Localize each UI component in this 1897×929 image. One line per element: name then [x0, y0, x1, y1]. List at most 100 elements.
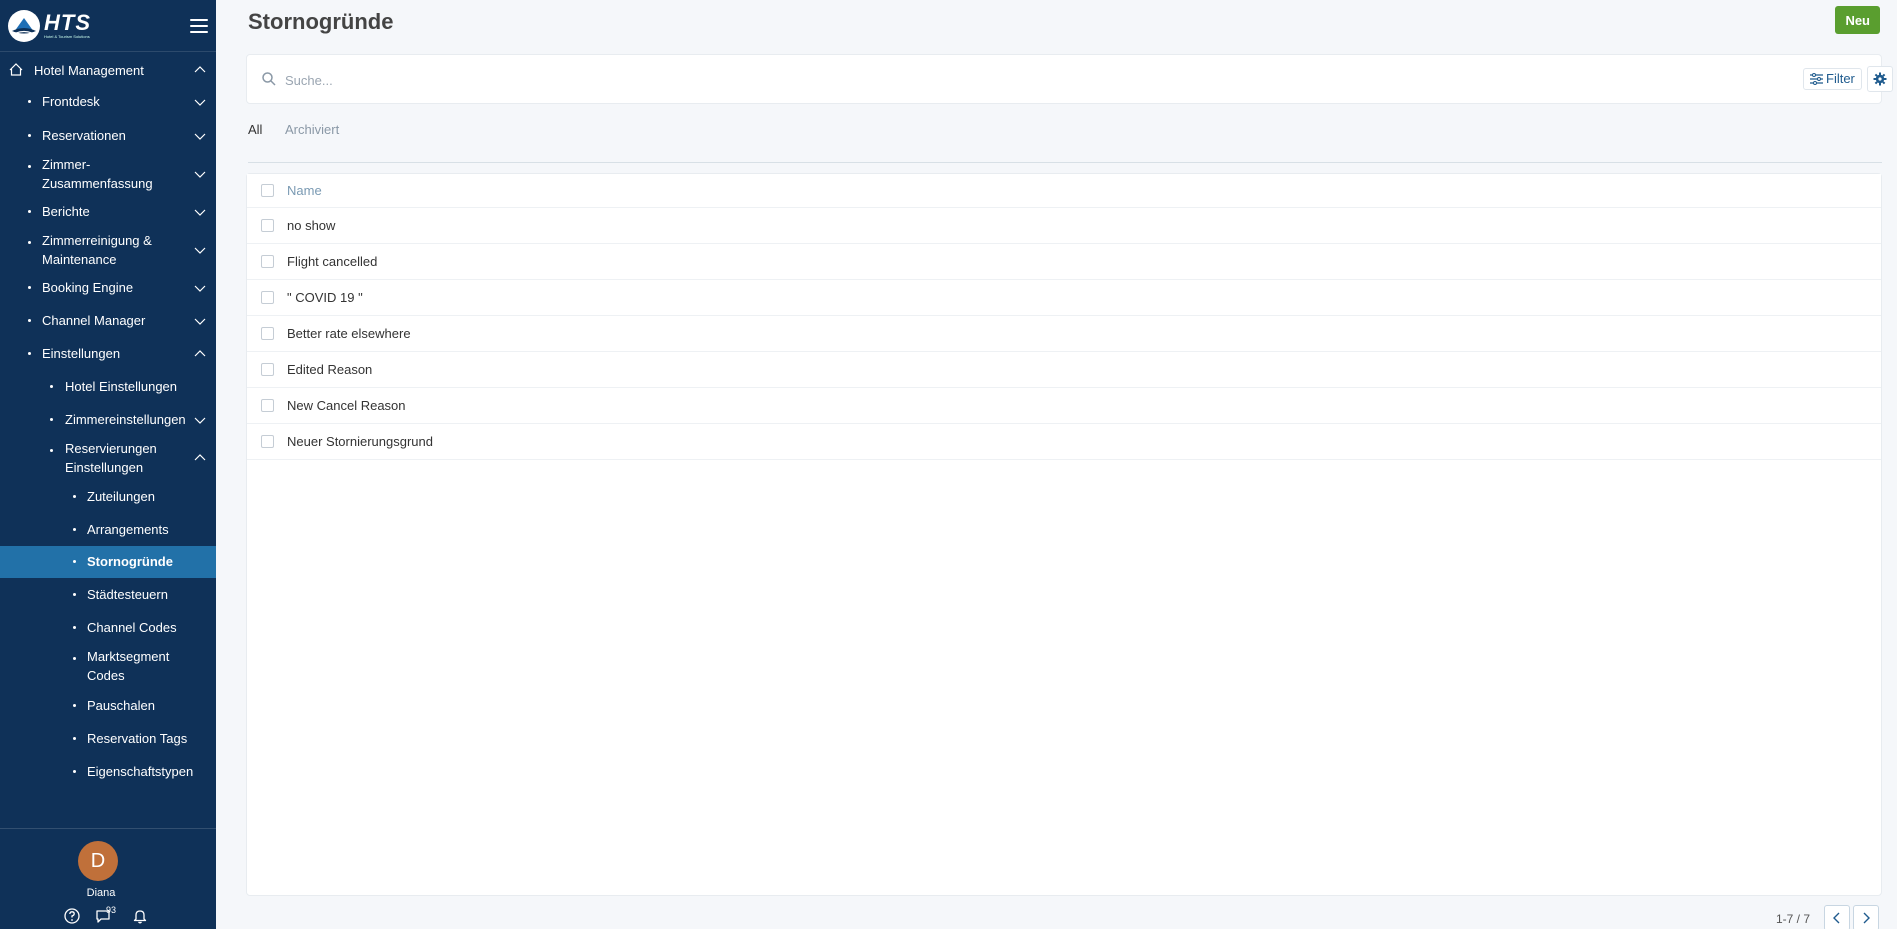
tab-archiviert[interactable]: Archiviert	[285, 122, 339, 137]
sidebar-item-booking-engine[interactable]: Booking Engine	[0, 272, 216, 304]
search-input[interactable]	[285, 69, 1485, 91]
sidebar-item-reservation-tags[interactable]: Reservation Tags	[0, 722, 216, 756]
sidebar-item-stornogruende[interactable]: Stornogründe	[0, 546, 216, 578]
bullet-icon	[73, 495, 76, 498]
row-checkbox[interactable]	[261, 399, 274, 412]
row-name: " COVID 19 "	[287, 290, 363, 305]
sidebar-item-reservationen[interactable]: Reservationen	[0, 120, 216, 152]
avatar[interactable]: D	[78, 841, 118, 881]
sidebar-item-zimmerreinigung[interactable]: Zimmerreinigung & Maintenance	[0, 228, 216, 272]
row-name: New Cancel Reason	[287, 398, 406, 413]
row-name: no show	[287, 218, 336, 233]
row-checkbox[interactable]	[261, 219, 274, 232]
bullet-icon	[28, 165, 31, 168]
menu-toggle-icon[interactable]	[190, 18, 208, 33]
bullet-icon	[50, 418, 53, 421]
sidebar-item-label: Channel Manager	[42, 313, 146, 328]
filter-label: Filter	[1826, 71, 1855, 86]
row-name: Edited Reason	[287, 362, 373, 377]
sidebar-item-label: Eigenschaftstypen	[87, 764, 194, 779]
bullet-icon	[73, 737, 76, 740]
sidebar-item-hotel-einstellungen[interactable]: Hotel Einstellungen	[0, 370, 216, 404]
select-all-checkbox[interactable]	[261, 184, 274, 197]
sidebar-item-label: Zimmerreinigung & Maintenance	[42, 233, 152, 267]
sidebar-item-zimmer-zusammenfassung[interactable]: Zimmer- Zusammenfassung	[0, 152, 216, 196]
row-name: Flight cancelled	[287, 254, 378, 269]
table-row[interactable]: New Cancel Reason	[247, 388, 1881, 424]
sidebar-item-label: Städtesteuern	[87, 587, 168, 602]
main-content: Stornogründe Neu Filter All Archiviert N…	[216, 0, 1897, 929]
table-row[interactable]: no show	[247, 208, 1881, 244]
bell-icon[interactable]	[131, 907, 149, 925]
bullet-icon	[28, 100, 31, 103]
sidebar-item-pauschalen[interactable]: Pauschalen	[0, 690, 216, 722]
sidebar: HTS Hotel & Tourism Solutions Hotel Mana…	[0, 0, 216, 929]
table-row[interactable]: Neuer Stornierungsgrund	[247, 424, 1881, 460]
row-checkbox[interactable]	[261, 255, 274, 268]
bullet-icon	[73, 626, 76, 629]
search-bar: Filter	[246, 54, 1893, 104]
settings-button[interactable]	[1867, 66, 1893, 92]
sidebar-item-hotel-management[interactable]: Hotel Management	[0, 56, 216, 84]
chevron-down-icon	[194, 285, 206, 292]
chevron-down-icon	[194, 417, 206, 424]
row-checkbox[interactable]	[261, 435, 274, 448]
sidebar-item-arrangements[interactable]: Arrangements	[0, 514, 216, 546]
sidebar-item-frontdesk[interactable]: Frontdesk	[0, 84, 216, 120]
sliders-icon	[1810, 73, 1823, 85]
sidebar-item-label: Stornogründe	[87, 554, 173, 569]
row-checkbox[interactable]	[261, 291, 274, 304]
sidebar-item-staedtesteuern[interactable]: Städtesteuern	[0, 578, 216, 612]
bullet-icon	[50, 385, 53, 388]
sidebar-header: HTS Hotel & Tourism Solutions	[0, 0, 216, 52]
sidebar-item-berichte[interactable]: Berichte	[0, 196, 216, 228]
sidebar-item-label: Channel Codes	[87, 620, 177, 635]
sidebar-item-label: Einstellungen	[42, 346, 121, 361]
sidebar-item-channel-codes[interactable]: Channel Codes	[0, 612, 216, 644]
sidebar-item-label: Berichte	[42, 204, 90, 219]
bullet-icon	[73, 657, 76, 660]
sidebar-item-marktsegment-codes[interactable]: Marktsegment Codes	[0, 644, 216, 690]
sidebar-item-label: Reservierungen Einstellungen	[65, 441, 157, 475]
pagination-info: 1-7 / 7	[1776, 912, 1811, 926]
tab-all[interactable]: All	[248, 122, 262, 137]
sidebar-item-einstellungen[interactable]: Einstellungen	[0, 338, 216, 370]
table-row[interactable]: Better rate elsewhere	[247, 316, 1881, 352]
sidebar-item-zimmereinstellungen[interactable]: Zimmereinstellungen	[0, 404, 216, 436]
table-row[interactable]: " COVID 19 "	[247, 280, 1881, 316]
chevron-down-icon	[194, 171, 206, 178]
chevron-down-icon	[194, 318, 206, 325]
sidebar-item-label: Reservation Tags	[87, 731, 188, 746]
column-header-name[interactable]: Name	[287, 183, 322, 198]
sidebar-item-label: Zimmereinstellungen	[65, 412, 186, 427]
filter-button[interactable]: Filter	[1803, 68, 1862, 90]
data-table: Name no show Flight cancelled " COVID 19…	[246, 173, 1882, 896]
sidebar-item-eigenschaftstypen[interactable]: Eigenschaftstypen	[0, 756, 216, 788]
user-name: Diana	[86, 887, 116, 899]
sidebar-item-label: Frontdesk	[42, 94, 100, 109]
chevron-down-icon	[194, 209, 206, 216]
table-row[interactable]: Edited Reason	[247, 352, 1881, 388]
bullet-icon	[28, 319, 31, 322]
sidebar-item-label: Marktsegment Codes	[87, 649, 170, 683]
brand-logo[interactable]: HTS Hotel & Tourism Solutions	[8, 9, 91, 42]
previous-page-button[interactable]	[1824, 905, 1850, 929]
chevron-down-icon	[194, 99, 206, 106]
search-icon	[262, 72, 276, 86]
next-page-button[interactable]	[1853, 905, 1879, 929]
sidebar-item-reservierungen-einstellungen[interactable]: Reservierungen Einstellungen	[0, 436, 216, 480]
sidebar-item-zuteilungen[interactable]: Zuteilungen	[0, 480, 216, 514]
sidebar-item-label: Hotel Management	[34, 63, 144, 78]
bullet-icon	[28, 241, 31, 244]
help-icon[interactable]	[63, 907, 81, 925]
new-button[interactable]: Neu	[1835, 6, 1880, 34]
table-row[interactable]: Flight cancelled	[247, 244, 1881, 280]
sidebar-item-channel-manager[interactable]: Channel Manager	[0, 304, 216, 338]
bullet-icon	[73, 560, 76, 563]
tabs-divider	[248, 162, 1882, 163]
row-checkbox[interactable]	[261, 363, 274, 376]
row-checkbox[interactable]	[261, 327, 274, 340]
user-panel: D Diana 93	[0, 828, 216, 929]
chevron-right-icon	[1863, 912, 1870, 924]
sidebar-item-label: Hotel Einstellungen	[65, 379, 178, 394]
